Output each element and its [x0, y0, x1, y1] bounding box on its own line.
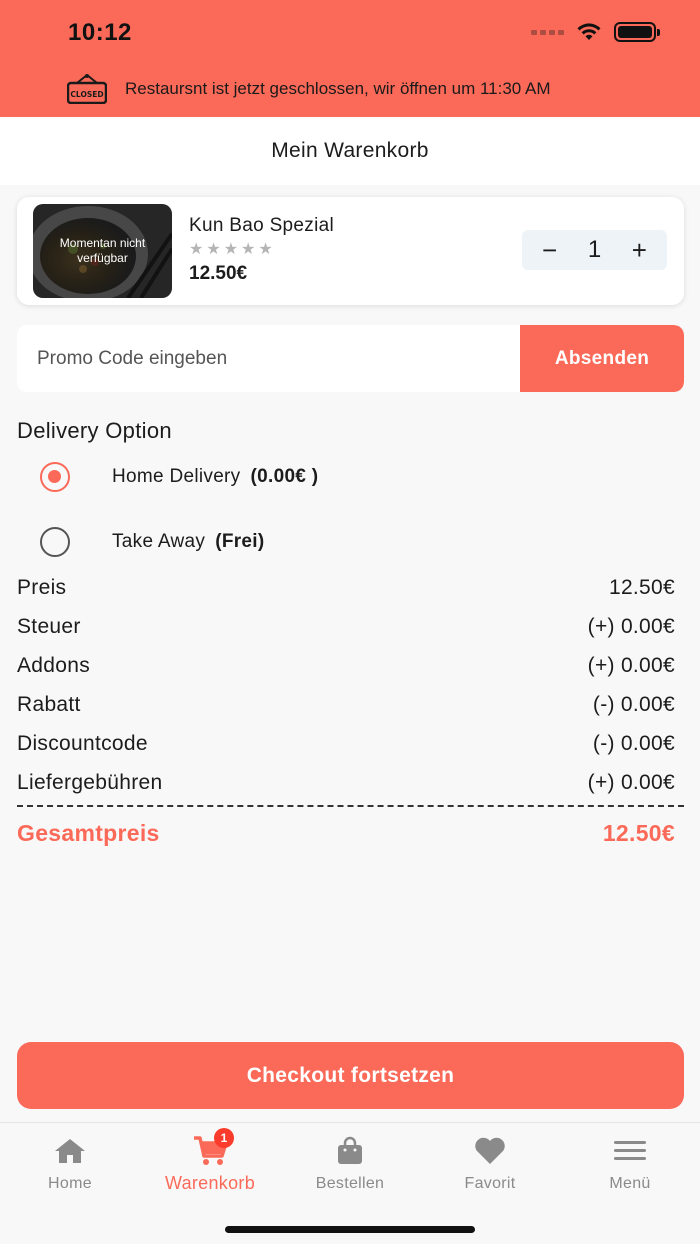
summary-row-price: Preis 12.50€ [17, 568, 675, 607]
unavailable-overlay-text: Momentan nicht verfügbar [59, 236, 146, 265]
summary-value: (+) 0.00€ [587, 653, 675, 677]
tab-home[interactable]: Home [0, 1133, 140, 1193]
promo-code-section: Absenden [17, 325, 684, 392]
decrease-quantity-button[interactable]: − [542, 237, 557, 263]
summary-value: (-) 0.00€ [592, 692, 675, 716]
home-indicator [225, 1226, 475, 1233]
tab-cart-label: Warenkorb [164, 1173, 256, 1193]
tab-favorites[interactable]: Favorit [420, 1133, 560, 1193]
page-header: Mein Warenkorb [0, 117, 700, 185]
quantity-stepper: − 1 + [522, 230, 667, 270]
checkout-button[interactable]: Checkout fortsetzen [17, 1042, 684, 1109]
tab-menu-label: Menü [609, 1175, 651, 1192]
closed-sign-text: CLOSED [70, 90, 103, 99]
home-delivery-radio[interactable] [40, 462, 70, 492]
summary-value: 12.50€ [608, 575, 675, 599]
summary-label: Preis [17, 575, 67, 599]
price-summary: Preis 12.50€ Steuer (+) 0.00€ Addons (+)… [17, 568, 675, 802]
delivery-option-home[interactable]: Home Delivery (0.00€ ) [40, 462, 318, 492]
take-away-radio[interactable] [40, 527, 70, 557]
summary-label: Liefergebühren [17, 770, 163, 794]
tab-cart[interactable]: 1 Warenkorb [140, 1128, 280, 1194]
total-label: Gesamtpreis [17, 820, 160, 846]
tab-menu[interactable]: Menü [560, 1133, 700, 1193]
summary-row-discount: Rabatt (-) 0.00€ [17, 685, 675, 724]
delivery-option-heading: Delivery Option [17, 418, 172, 443]
summary-label: Rabatt [17, 692, 81, 716]
cellular-signal-icon [531, 29, 564, 35]
summary-row-discountcode: Discountcode (-) 0.00€ [17, 724, 675, 763]
increase-quantity-button[interactable]: + [632, 237, 647, 263]
item-rating-stars: ★★★★★ [189, 241, 276, 258]
home-delivery-fee: (0.00€ ) [250, 466, 319, 487]
page-title: Mein Warenkorb [271, 139, 429, 162]
status-time: 10:12 [68, 19, 132, 46]
promo-submit-button[interactable]: Absenden [520, 325, 684, 392]
quantity-value: 1 [587, 236, 602, 263]
summary-label: Steuer [17, 614, 81, 638]
home-icon [53, 1133, 87, 1169]
promo-code-input[interactable] [17, 325, 520, 392]
home-delivery-label: Home Delivery [112, 466, 241, 487]
tab-orders[interactable]: Bestellen [280, 1133, 420, 1193]
total-value: 12.50€ [602, 820, 675, 846]
shopping-bag-icon [335, 1133, 365, 1169]
item-image: Momentan nicht verfügbar [33, 204, 172, 298]
tab-home-label: Home [48, 1175, 92, 1192]
cart-count-badge: 1 [214, 1128, 234, 1148]
cart-icon: 1 [192, 1128, 234, 1169]
tab-orders-label: Bestellen [315, 1175, 385, 1192]
summary-label: Discountcode [17, 731, 148, 755]
summary-value: (+) 0.00€ [587, 770, 675, 794]
closed-sign-icon: CLOSED [66, 74, 108, 105]
wifi-icon [577, 23, 601, 40]
item-price: 12.50€ [189, 263, 248, 284]
summary-label: Addons [17, 653, 91, 677]
status-icons [531, 22, 660, 42]
summary-divider [17, 805, 684, 807]
item-name: Kun Bao Spezial [189, 215, 334, 236]
summary-row-addons: Addons (+) 0.00€ [17, 646, 675, 685]
summary-value: (+) 0.00€ [587, 614, 675, 638]
total-row: Gesamtpreis 12.50€ [17, 820, 675, 847]
battery-icon [614, 22, 660, 42]
summary-value: (-) 0.00€ [592, 731, 675, 755]
cart-item-card: Momentan nicht verfügbar Kun Bao Spezial… [17, 197, 684, 305]
summary-row-delivery-fee: Liefergebühren (+) 0.00€ [17, 763, 675, 802]
take-away-label: Take Away [112, 531, 206, 552]
delivery-option-takeaway[interactable]: Take Away (Frei) [40, 527, 265, 557]
summary-row-tax: Steuer (+) 0.00€ [17, 607, 675, 646]
heart-icon [473, 1133, 507, 1169]
closed-message: Restaursnt ist jetzt geschlossen, wir öf… [125, 79, 551, 98]
tab-favorites-label: Favorit [464, 1175, 516, 1192]
top-banner-area: 10:12 CLOSED Restaursnt ist jetzt geschl… [0, 0, 700, 117]
take-away-fee: (Frei) [215, 531, 265, 552]
menu-icon [613, 1133, 647, 1169]
closed-notice: CLOSED Restaursnt ist jetzt geschlossen,… [66, 74, 551, 105]
